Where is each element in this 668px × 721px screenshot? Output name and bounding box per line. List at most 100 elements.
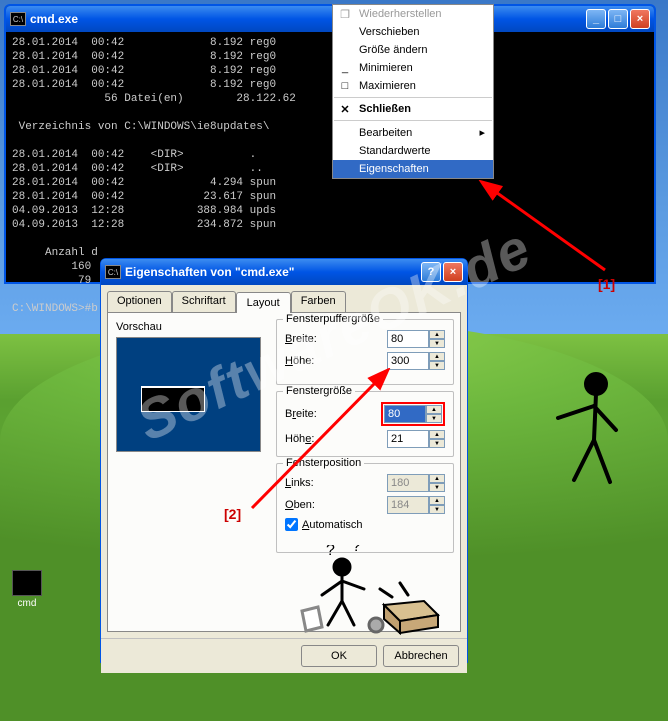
tab-schriftart[interactable]: Schriftart xyxy=(172,291,236,312)
menu-item-label: Schließen xyxy=(359,103,411,115)
cancel-button[interactable]: Abbrechen xyxy=(383,645,459,667)
help-button[interactable]: ? xyxy=(421,262,441,282)
menu-item-label: Standardwerte xyxy=(359,145,431,157)
svg-text:?: ? xyxy=(352,545,361,555)
menu-item-bearbeiten[interactable]: Bearbeiten ▸ xyxy=(333,123,493,142)
cmd-title-icon: C:\ xyxy=(10,12,26,26)
tab-layout[interactable]: Layout xyxy=(236,292,291,313)
menu-item-eigenschaften[interactable]: Eigenschaften xyxy=(333,160,493,178)
winpos-top-input xyxy=(387,496,429,514)
menu-item-minimieren[interactable]: _ Minimieren xyxy=(333,59,493,77)
ok-button[interactable]: OK xyxy=(301,645,377,667)
confused-stickman-illustration: ? ? xyxy=(288,545,448,635)
blank-icon xyxy=(338,25,352,39)
menu-item-schlieen[interactable]: ✕ Schließen xyxy=(333,100,493,118)
blank-icon xyxy=(338,144,352,158)
buffer-width-spinner[interactable]: ▲▼ xyxy=(387,330,445,348)
close-icon: ✕ xyxy=(338,102,352,116)
buffer-height-label: Höhe: xyxy=(285,355,387,367)
winpos-left-input xyxy=(387,474,429,492)
winsize-width-input[interactable] xyxy=(384,405,426,423)
close-button[interactable]: × xyxy=(443,262,463,282)
blank-icon xyxy=(338,162,352,176)
system-menu: ❐Wiederherstellen Verschieben Größe ändern… xyxy=(332,4,494,179)
tab-panel-layout: Vorschau Fensterpuffergröße Breite: ▲▼ H… xyxy=(107,312,461,632)
buffer-width-label: Breite: xyxy=(285,333,387,345)
desktop-shortcut-label: cmd xyxy=(10,598,44,609)
winpos-left-spinner: ▲▼ xyxy=(387,474,445,492)
group-title: Fensterposition xyxy=(283,457,364,469)
auto-position-checkbox[interactable] xyxy=(285,518,298,531)
menu-item-label: Verschieben xyxy=(359,26,420,38)
menu-item-label: Eigenschaften xyxy=(359,163,429,175)
annotation-label-1: [1] xyxy=(598,276,615,292)
cmd-title-icon: C:\ xyxy=(105,265,121,279)
winpos-left-label: Links: xyxy=(285,477,387,489)
tab-farben[interactable]: Farben xyxy=(291,291,346,312)
winsize-height-input[interactable] xyxy=(387,430,429,448)
group-buffer-size: Fensterpuffergröße Breite: ▲▼ Höhe: ▲▼ xyxy=(276,319,454,385)
spin-up[interactable]: ▲ xyxy=(429,330,445,339)
tab-optionen[interactable]: Optionen xyxy=(107,291,172,312)
spin-up[interactable]: ▲ xyxy=(429,430,445,439)
menu-item-standardwerte[interactable]: Standardwerte xyxy=(333,142,493,160)
restore-icon: ❐ xyxy=(338,7,352,21)
menu-separator xyxy=(334,97,492,98)
menu-separator xyxy=(334,120,492,121)
spin-up[interactable]: ▲ xyxy=(426,405,442,414)
close-button[interactable]: × xyxy=(630,9,650,29)
menu-item-wiederherstellen: ❐Wiederherstellen xyxy=(333,5,493,23)
preview-box xyxy=(116,337,261,452)
winsize-width-label: Breite: xyxy=(285,408,381,420)
buffer-height-input[interactable] xyxy=(387,352,429,370)
blank-icon xyxy=(338,43,352,57)
svg-text:?: ? xyxy=(326,545,335,559)
spin-up: ▲ xyxy=(429,496,445,505)
submenu-arrow-icon: ▸ xyxy=(479,126,485,139)
tab-strip: Optionen Schriftart Layout Farben xyxy=(101,285,467,312)
winsize-height-spinner[interactable]: ▲▼ xyxy=(387,430,445,448)
min-icon: _ xyxy=(338,61,352,75)
menu-item-label: Maximieren xyxy=(359,80,416,92)
menu-item-grendern[interactable]: Größe ändern xyxy=(333,41,493,59)
properties-titlebar[interactable]: C:\ Eigenschaften von "cmd.exe" ? × xyxy=(101,259,467,285)
cmd-shortcut-icon xyxy=(12,570,42,596)
highlighted-field: ▲▼ xyxy=(381,402,445,426)
spin-down[interactable]: ▼ xyxy=(426,414,442,423)
blank-icon xyxy=(338,126,352,140)
cmd-title: cmd.exe xyxy=(30,12,586,26)
max-icon: □ xyxy=(338,79,352,93)
spin-down: ▼ xyxy=(429,483,445,492)
preview-window-thumbnail xyxy=(141,386,205,412)
cmd-window: C:\ cmd.exe _ □ × 28.01.2014 00:42 8.192… xyxy=(4,4,656,284)
buffer-width-input[interactable] xyxy=(387,330,429,348)
menu-item-label: Größe ändern xyxy=(359,44,427,56)
spin-up: ▲ xyxy=(429,474,445,483)
group-window-size: Fenstergröße Breite: ▲▼ Höhe: ▲▼ xyxy=(276,391,454,457)
maximize-button[interactable]: □ xyxy=(608,9,628,29)
minimize-button[interactable]: _ xyxy=(586,9,606,29)
winsize-width-spinner[interactable]: ▲▼ xyxy=(384,405,442,423)
spin-down: ▼ xyxy=(429,505,445,514)
desktop-shortcut[interactable]: cmd xyxy=(10,570,44,609)
menu-item-label: Bearbeiten xyxy=(359,127,412,139)
group-title: Fenstergröße xyxy=(283,385,355,397)
properties-title: Eigenschaften von "cmd.exe" xyxy=(125,265,421,279)
spin-down[interactable]: ▼ xyxy=(429,439,445,448)
auto-position-label: Automatisch xyxy=(302,519,363,531)
stick-figure-illustration xyxy=(538,370,628,510)
menu-item-label: Minimieren xyxy=(359,62,413,74)
spin-down[interactable]: ▼ xyxy=(429,339,445,348)
cmd-titlebar[interactable]: C:\ cmd.exe _ □ × xyxy=(6,6,654,32)
menu-item-verschieben[interactable]: Verschieben xyxy=(333,23,493,41)
group-title: Fensterpuffergröße xyxy=(283,313,383,325)
winsize-height-label: Höhe: xyxy=(285,433,387,445)
annotation-label-2: [2] xyxy=(224,506,241,522)
winpos-top-spinner: ▲▼ xyxy=(387,496,445,514)
winpos-top-label: Oben: xyxy=(285,499,387,511)
buffer-height-spinner[interactable]: ▲▼ xyxy=(387,352,445,370)
spin-up[interactable]: ▲ xyxy=(429,352,445,361)
group-window-position: Fensterposition Links: ▲▼ Oben: ▲▼ Autom… xyxy=(276,463,454,553)
menu-item-maximieren[interactable]: □ Maximieren xyxy=(333,77,493,95)
spin-down[interactable]: ▼ xyxy=(429,361,445,370)
